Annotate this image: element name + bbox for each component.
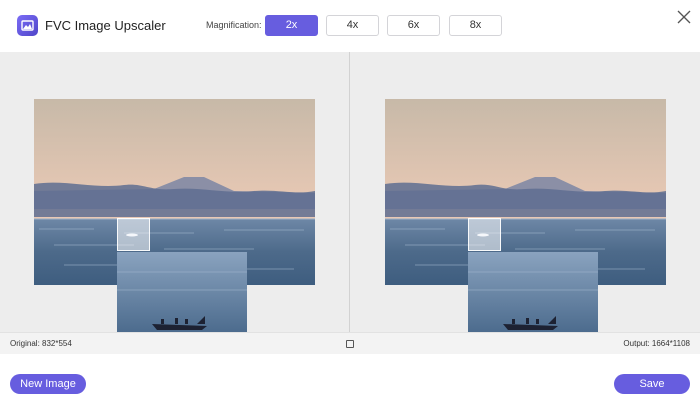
magnification-2x-button[interactable]: 2x <box>265 15 318 36</box>
magnification-label: Magnification: <box>206 20 262 30</box>
output-zoom-selector[interactable] <box>468 218 501 251</box>
new-image-button[interactable]: New Image <box>10 374 86 394</box>
magnification-4x-button[interactable]: 4x <box>326 15 379 36</box>
header-bar: FVC Image Upscaler Magnification: 2x 4x … <box>0 0 700 52</box>
preview-divider <box>349 52 350 354</box>
original-zoom-selector[interactable] <box>117 218 150 251</box>
close-icon[interactable] <box>676 9 692 25</box>
output-size-label: Output: 1664*1108 <box>623 339 690 348</box>
image-icon <box>17 15 38 36</box>
compare-icon[interactable] <box>346 340 354 348</box>
footer-bar <box>0 354 700 412</box>
save-button[interactable]: Save <box>614 374 690 394</box>
magnification-6x-button[interactable]: 6x <box>387 15 440 36</box>
magnification-8x-button[interactable]: 8x <box>449 15 502 36</box>
original-size-label: Original: 832*554 <box>10 339 72 348</box>
app-title: FVC Image Upscaler <box>45 18 166 33</box>
